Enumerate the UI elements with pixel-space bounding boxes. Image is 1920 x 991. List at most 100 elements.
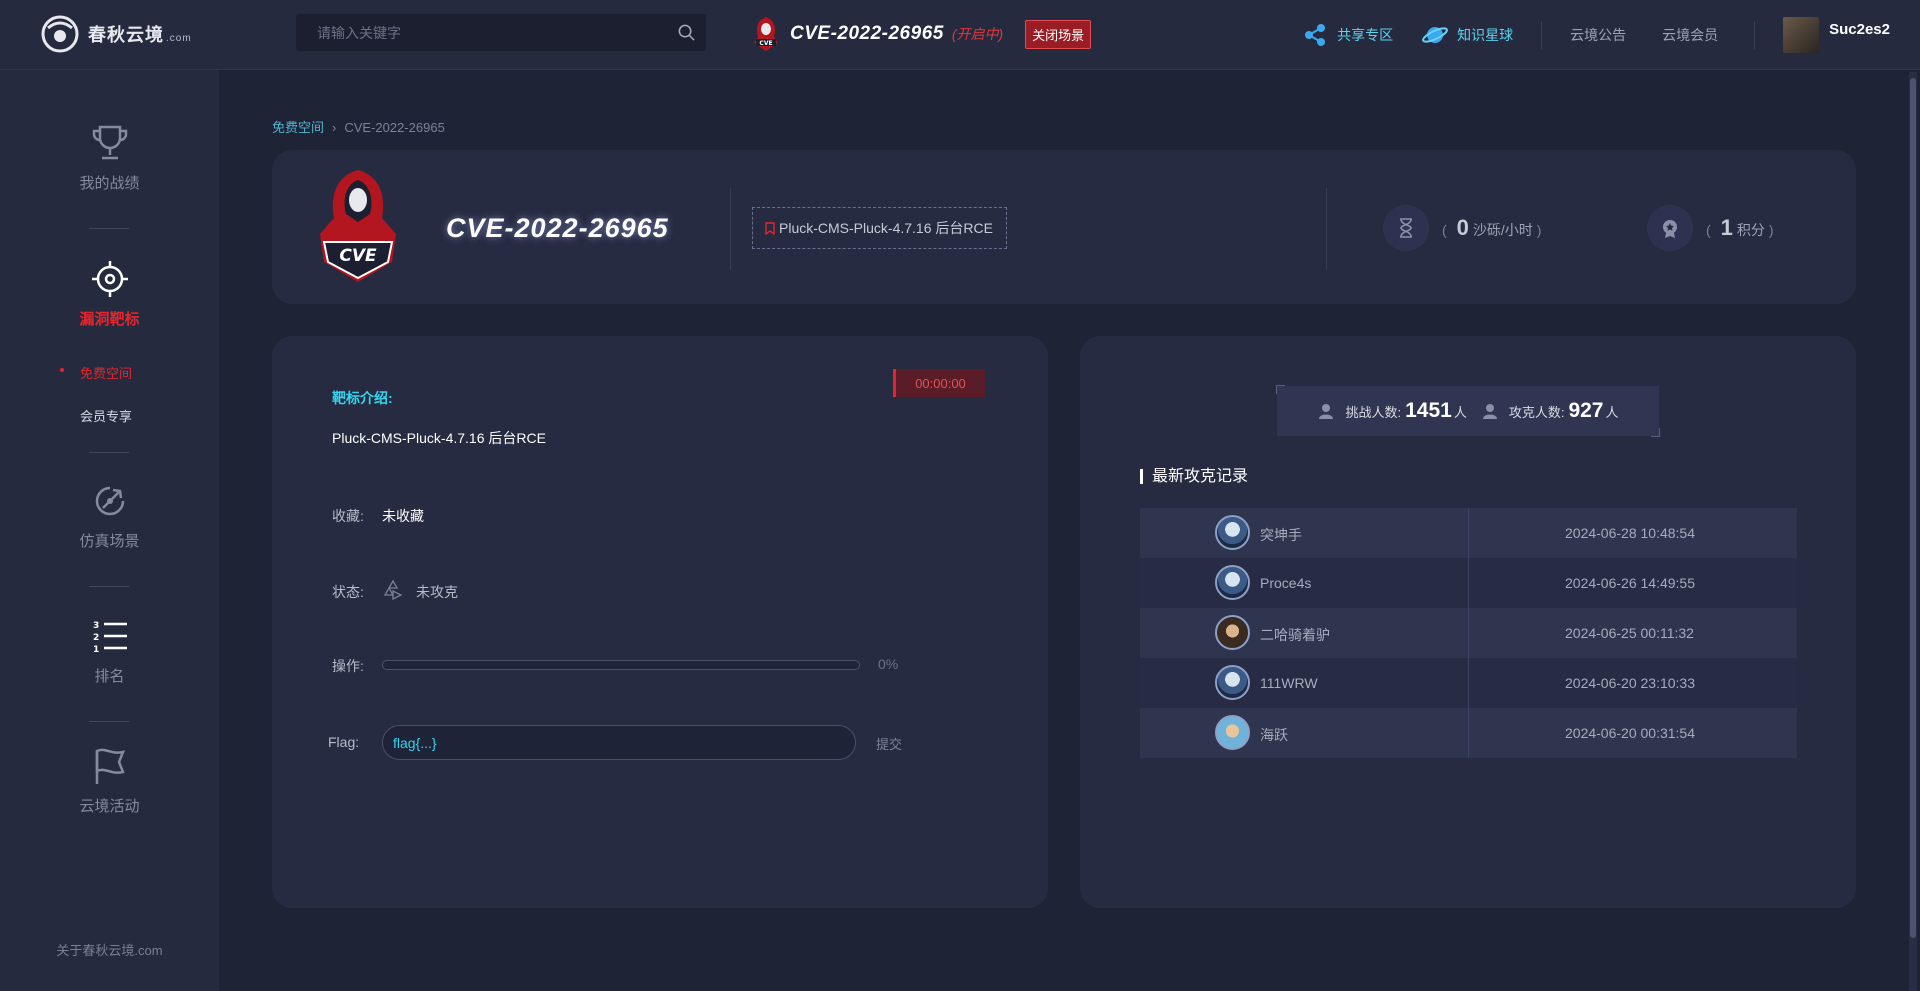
column-divider: [1468, 708, 1469, 758]
header-divider: [730, 188, 731, 270]
column-divider: [1468, 608, 1469, 658]
ranking-list-icon: 3 2 1: [93, 621, 127, 655]
paren-open: (: [1706, 222, 1711, 238]
nav-divider: [1541, 21, 1543, 49]
avatar: [1215, 615, 1250, 650]
target-header-card: CVE CVE-2022-26965 Pluck-CMS-Pluck-4.7.1…: [272, 150, 1856, 304]
record-time: 2024-06-20 00:31:54: [1565, 725, 1695, 741]
sidebar-label: 排名: [94, 668, 125, 685]
score-stat: (1 积分 ): [1648, 206, 1773, 250]
status-label: 状态:: [332, 584, 364, 600]
search-box: [296, 14, 706, 51]
nav-knowledge-planet[interactable]: 知识星球: [1421, 21, 1513, 49]
flag-label: Flag:: [328, 734, 360, 750]
submit-flag-button[interactable]: 提交: [876, 734, 902, 753]
records-title: 最新攻克记录: [1140, 469, 1248, 485]
avatar: [1215, 665, 1250, 700]
recycle-status-icon: [383, 579, 403, 601]
sub-item-label: 会员专享: [80, 409, 133, 424]
record-username: 111WRW: [1260, 675, 1318, 691]
avatar: [1215, 515, 1250, 550]
nav-share-zone[interactable]: 共享专区: [1301, 21, 1393, 49]
challenge-count: 挑战人数: 1451 人: [1317, 399, 1467, 423]
participant-counts: 挑战人数: 1451 人 攻克人数: 927 人: [1276, 385, 1660, 437]
table-row: 海跃 2024-06-20 00:31:54: [1140, 708, 1797, 758]
svg-text:2: 2: [93, 633, 99, 643]
table-row: Proce4s 2024-06-26 14:49:55: [1140, 558, 1797, 608]
record-time: 2024-06-28 10:48:54: [1565, 525, 1695, 541]
sidebar-footer-link[interactable]: 关于春秋云境.com: [0, 940, 219, 959]
search-icon[interactable]: [677, 23, 696, 42]
column-divider: [1468, 658, 1469, 708]
sub-item-free-space[interactable]: 免费空间: [60, 363, 133, 382]
intro-text: Pluck-CMS-Pluck-4.7.16 后台RCE: [332, 430, 546, 446]
score-value: 1: [1720, 215, 1733, 240]
target-title: CVE-2022-26965: [446, 213, 669, 243]
sidebar-label-active: 漏洞靶标: [79, 311, 140, 328]
sidebar-item-vuln-target[interactable]: 漏洞靶标: [0, 258, 219, 329]
nav-announcements[interactable]: 云境公告: [1570, 25, 1626, 45]
person-unit: 人: [1453, 404, 1467, 420]
nav-share-label: 共享专区: [1337, 27, 1394, 43]
planet-icon: [1422, 27, 1449, 43]
chevron-right-icon: ›: [332, 120, 337, 135]
progress-percent: 0%: [878, 656, 899, 672]
table-row: 突坤手 2024-06-28 10:48:54: [1140, 508, 1797, 558]
share-icon: [1305, 24, 1326, 46]
record-username: Proce4s: [1260, 575, 1312, 591]
medal-icon: [1648, 206, 1692, 250]
sub-item-member-only[interactable]: 会员专享: [80, 406, 132, 425]
breadcrumb-parent[interactable]: 免费空间: [272, 120, 324, 135]
avatar: [1215, 565, 1250, 600]
users-icon: [1319, 404, 1334, 419]
logo-suffix: .com: [166, 33, 192, 44]
cve-badge-icon: CVE: [320, 170, 396, 282]
svg-text:CVE: CVE: [339, 246, 377, 266]
column-divider: [1468, 558, 1469, 608]
header-divider: [1326, 188, 1327, 270]
logo-text: 春秋云境 .com: [88, 25, 192, 45]
table-row: 二哈骑着驴 2024-06-25 00:11:32: [1140, 608, 1797, 658]
sub-item-label: 免费空间: [80, 366, 133, 381]
target-detail-card: 00:00:00 靶标介绍: Pluck-CMS-Pluck-4.7.16 后台…: [272, 336, 1048, 908]
vuln-tag: Pluck-CMS-Pluck-4.7.16 后台RCE: [752, 207, 1007, 249]
scene-status: (开启中): [951, 26, 1004, 42]
table-row: 111WRW 2024-06-20 23:10:33: [1140, 658, 1797, 708]
search-input[interactable]: [296, 14, 706, 51]
avatar: [1783, 17, 1820, 53]
close-scene-button[interactable]: 关闭场景: [1025, 19, 1092, 49]
site-logo[interactable]: 春秋云境 .com: [40, 14, 192, 54]
sidebar-item-ranking[interactable]: 3 2 1 排名: [0, 615, 219, 686]
nav-membership[interactable]: 云境会员: [1662, 25, 1718, 45]
active-scene: CVE CVE-2022-26965 (开启中) 关闭场景: [750, 14, 1092, 54]
target-icon: [91, 261, 128, 297]
sidebar-item-simulation[interactable]: 仿真场景: [0, 480, 219, 551]
top-bar: 春秋云境.com CVE CVE-2022-26965 (开启中) 关闭场景: [0, 0, 1920, 70]
sidebar-item-my-record[interactable]: 我的战绩: [0, 122, 219, 193]
record-time: 2024-06-25 00:11:32: [1565, 625, 1694, 641]
solve-stats-card: 挑战人数: 1451 人 攻克人数: 927 人 最新攻克记录 突坤手 2024-06-…: [1080, 336, 1856, 908]
sidebar-label: 我的战绩: [79, 175, 140, 192]
scrollbar-thumb[interactable]: [1910, 78, 1916, 938]
sidebar-divider: [89, 228, 129, 229]
sidebar: 我的战绩 漏洞靶标 免费空间 会员专享 仿真场景 3 2 1 排名 云境活动 关…: [0, 70, 219, 991]
rate-stat: (0 沙砾/小时 ): [1384, 206, 1541, 250]
flag-input[interactable]: [382, 725, 856, 760]
record-time: 2024-06-20 23:10:33: [1565, 675, 1695, 691]
rate-value: 0: [1456, 215, 1469, 240]
user-menu[interactable]: Suc2es2: [1783, 17, 1890, 53]
solved-count: 攻克人数: 927 人: [1481, 399, 1619, 423]
bookmark-icon: [765, 221, 775, 235]
sidebar-divider: [89, 452, 129, 453]
intro-label: 靶标介绍:: [332, 390, 393, 406]
score-value-group: (1 积分 ): [1706, 215, 1773, 241]
page-scrollbar[interactable]: [1909, 72, 1917, 991]
scene-title[interactable]: CVE-2022-26965: [790, 23, 944, 45]
favorite-toggle[interactable]: 未收藏: [382, 506, 424, 526]
breadcrumb: 免费空间 › CVE-2022-26965: [272, 117, 445, 136]
sidebar-divider: [89, 721, 129, 722]
svg-text:3: 3: [93, 621, 99, 631]
column-divider: [1468, 508, 1469, 558]
favorite-label: 收藏:: [332, 508, 364, 524]
sidebar-item-activities[interactable]: 云境活动: [0, 745, 219, 816]
